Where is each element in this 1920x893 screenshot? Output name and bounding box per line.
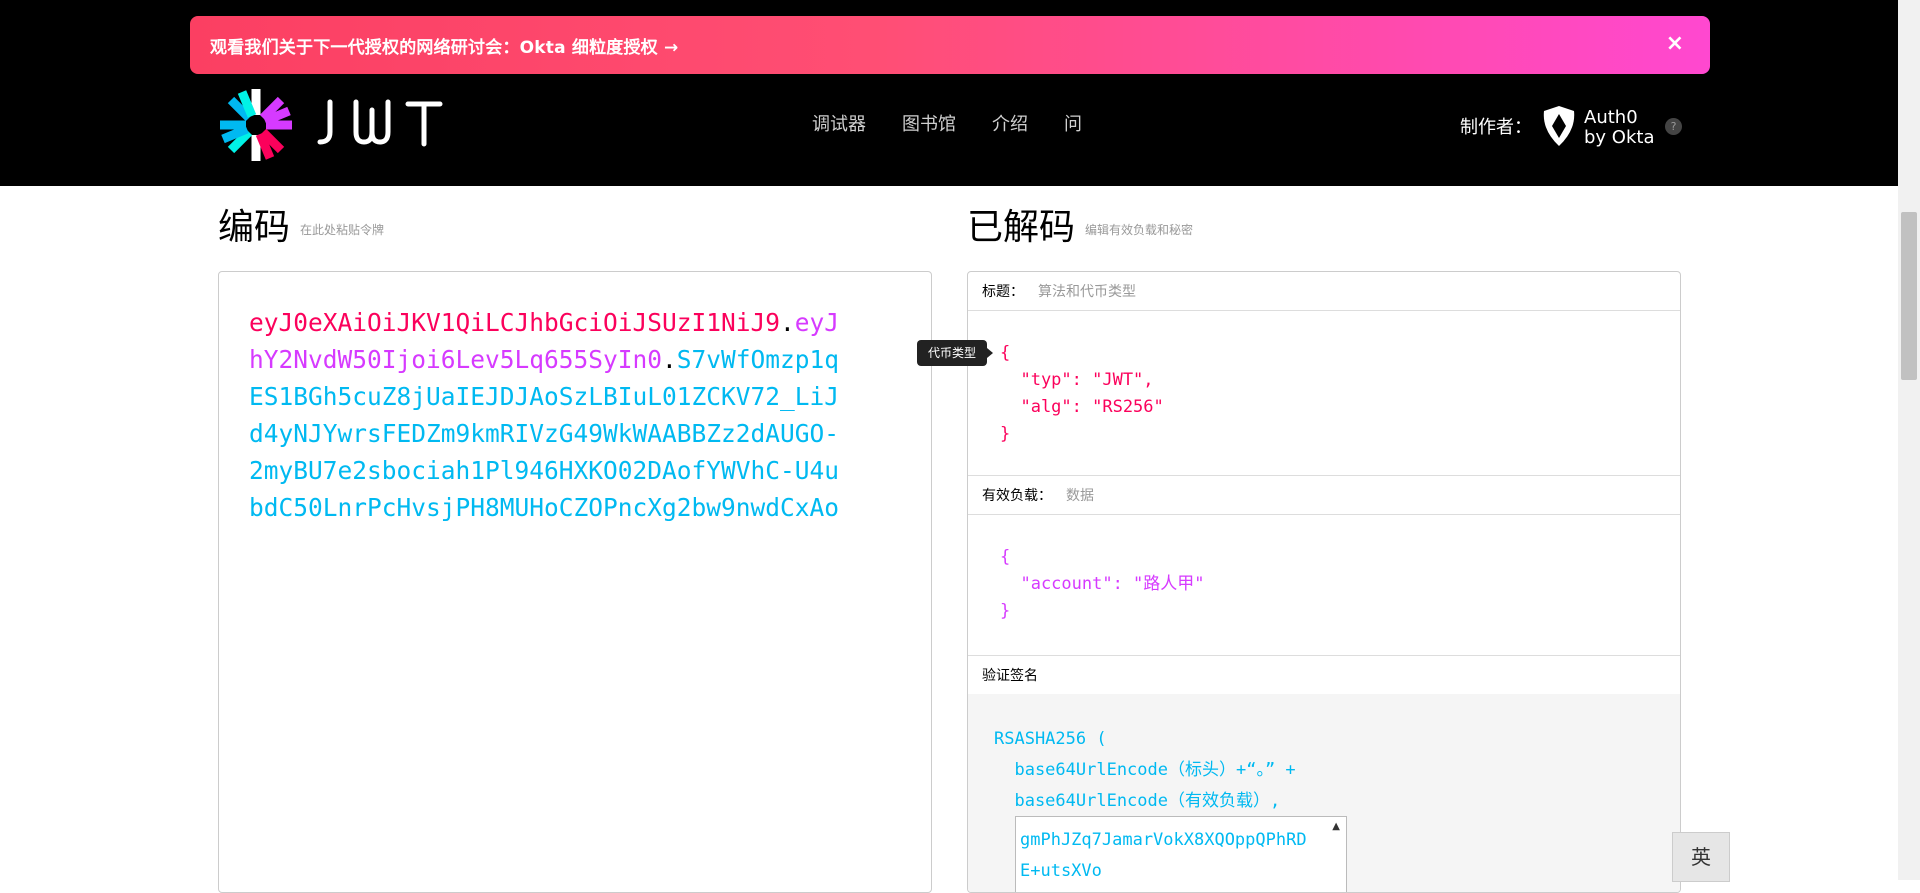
header-section-head: 标题： 算法和代币类型 — [968, 272, 1680, 311]
auth0-shield-icon[interactable] — [1540, 104, 1578, 148]
decoded-panel: 标题： 算法和代币类型 { "typ": "JWT", "alg": "RS25… — [967, 271, 1681, 893]
payload-label: 有效负载： — [982, 488, 1052, 504]
jwt-wordmark-icon[interactable] — [316, 98, 446, 148]
auth0-line2: by Okta — [1584, 127, 1655, 148]
scrollbar-thumb[interactable] — [1901, 212, 1917, 380]
encoded-token-input[interactable]: eyJ0eXAiOiJKV1QiLCJhbGciOiJSUzI1NiJ9.eyJ… — [218, 271, 932, 893]
decoded-title: 已解码 — [967, 207, 1076, 248]
nav-debugger[interactable]: 调试器 — [812, 110, 866, 136]
encoded-title: 编码 — [218, 207, 291, 248]
token-dot: . — [662, 345, 677, 374]
verify-label: 验证签名 — [982, 668, 1038, 684]
ime-indicator[interactable]: 英 — [1672, 832, 1730, 882]
decoded-subtitle: 编辑有效负载和秘密 — [1085, 223, 1194, 237]
made-by-label: 制作者： — [1460, 117, 1532, 138]
main-nav: 调试器 图书馆 介绍 问 — [812, 110, 1118, 136]
payload-section-head: 有效负载： 数据 — [968, 475, 1680, 515]
jwt-logo-icon[interactable] — [216, 85, 296, 165]
help-icon[interactable]: ? — [1665, 118, 1682, 135]
signature-area: RSASHA256 ( base64UrlEncode（标头）+“。” + ba… — [968, 694, 1680, 892]
public-key-input[interactable]: gmPhJZq7JamarVokX8XQOppQPhRD E+utsXVo ▲ — [1015, 816, 1347, 892]
encoded-subtitle: 在此处粘贴令牌 — [300, 223, 385, 237]
site-header: 观看我们关于下一代授权的网络研讨会：Okta 细粒度授权 → × 调试器 图书馆 — [0, 0, 1898, 186]
nav-introduction[interactable]: 介绍 — [992, 110, 1028, 136]
auth0-brand[interactable]: Auth0 by Okta — [1584, 108, 1654, 148]
webinar-banner[interactable]: 观看我们关于下一代授权的网络研讨会：Okta 细粒度授权 → × — [190, 16, 1710, 74]
header-sublabel: 算法和代币类型 — [1038, 284, 1136, 300]
token-header-part: eyJ0eXAiOiJKV1QiLCJhbGciOiJSUzI1NiJ9 — [249, 308, 781, 337]
payload-json-editor[interactable]: { "account": "路人甲" } — [1000, 544, 1205, 625]
nav-libraries[interactable]: 图书馆 — [902, 110, 956, 136]
nav-ask[interactable]: 问 — [1064, 110, 1082, 136]
page-scrollbar[interactable] — [1898, 0, 1920, 880]
payload-sublabel: 数据 — [1066, 488, 1094, 504]
scroll-up-icon[interactable]: ▲ — [1332, 821, 1340, 832]
verify-section-head: 验证签名 — [968, 655, 1680, 695]
banner-text[interactable]: 观看我们关于下一代授权的网络研讨会：Okta 细粒度授权 → — [210, 33, 678, 58]
public-key-text[interactable]: gmPhJZq7JamarVokX8XQOppQPhRD E+utsXVo — [1020, 825, 1307, 887]
header-json-editor[interactable]: { "typ": "JWT", "alg": "RS256" } — [1000, 340, 1164, 448]
header-label: 标题： — [982, 284, 1024, 300]
auth0-line1: Auth0 — [1584, 107, 1638, 128]
tooltip: 代币类型 — [917, 340, 993, 366]
token-dot: . — [780, 308, 795, 337]
close-icon[interactable]: × — [1666, 33, 1684, 55]
encoded-token-text[interactable]: eyJ0eXAiOiJKV1QiLCJhbGciOiJSUzI1NiJ9.eyJ… — [249, 304, 849, 526]
signature-formula: RSASHA256 ( base64UrlEncode（标头）+“。” + ba… — [994, 729, 1296, 811]
